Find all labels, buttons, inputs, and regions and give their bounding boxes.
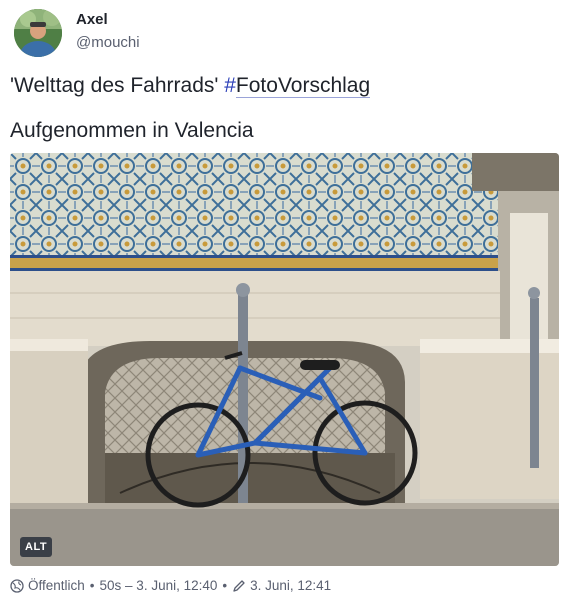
alt-text-button[interactable]: ALT [20,537,53,557]
meta-separator: • [222,578,228,593]
author-handle[interactable]: @mouchi [76,34,140,51]
post-text-line-2: Aufgenommen in Valencia [10,119,254,142]
post: Axel @mouchi 'Welttag des Fahrrads' #Fot… [0,0,570,600]
post-image[interactable] [10,153,559,566]
hashtag-link[interactable]: #FotoVorschlag [224,74,371,98]
avatar[interactable] [14,9,62,57]
visibility-label[interactable]: Öffentlich [28,578,85,593]
pencil-icon [232,579,246,593]
post-text-line-1: 'Welttag des Fahrrads' #FotoVorschlag [10,74,371,98]
post-text-prefix: 'Welttag des Fahrrads' [10,74,225,97]
avatar-image [14,9,62,57]
globe-icon [10,578,24,593]
hashtag-symbol: # [224,74,236,97]
post-timestamp[interactable]: 50s – 3. Juni, 12:40 [100,578,218,593]
post-meta: Öffentlich • 50s – 3. Juni, 12:40 • 3. J… [10,578,331,593]
author-name[interactable]: Axel [76,11,108,28]
meta-separator: • [89,578,95,593]
edited-timestamp[interactable]: 3. Juni, 12:41 [250,578,331,593]
bicycle-photo [10,153,559,566]
hashtag-text: FotoVorschlag [235,74,371,98]
